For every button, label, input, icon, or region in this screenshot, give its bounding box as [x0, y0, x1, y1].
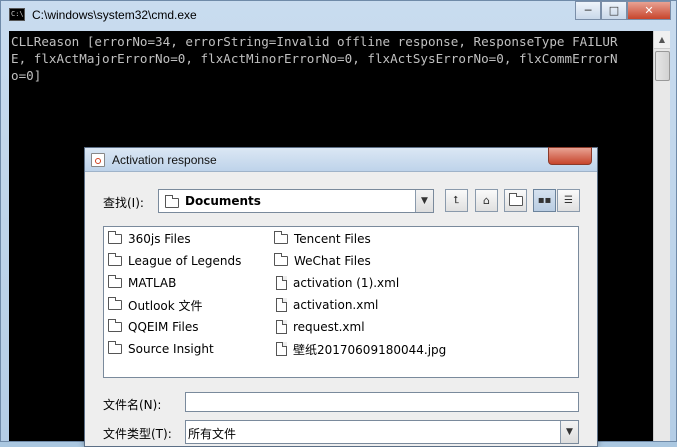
console-line: E, flxActMajorErrorNo=0, flxActMinorErro…	[11, 51, 618, 66]
file-type-value: 所有文件	[188, 427, 237, 441]
file-icon	[276, 342, 287, 356]
list-item[interactable]: 360js Files	[108, 229, 191, 249]
file-list[interactable]: 360js Files League of Legends MATLAB Out…	[103, 226, 579, 378]
details-view-button[interactable]: ☰	[557, 189, 580, 212]
folder-icon	[108, 231, 122, 244]
file-name: MATLAB	[128, 276, 177, 290]
list-item[interactable]: QQEIM Files	[108, 317, 199, 337]
list-item[interactable]: Source Insight	[108, 339, 214, 359]
folder-icon	[274, 231, 288, 244]
scroll-up-icon[interactable]: ▲	[654, 31, 670, 49]
cmd-app-icon: C:\	[9, 8, 25, 21]
maximize-button[interactable]: □	[601, 1, 627, 20]
file-name: Outlook 文件	[128, 298, 203, 313]
home-icon: ⌂	[483, 194, 490, 207]
list-item[interactable]: Tencent Files	[274, 229, 371, 249]
scrollbar-thumb[interactable]	[655, 51, 670, 81]
list-item[interactable]: activation.xml	[276, 295, 378, 315]
activation-response-dialog: Activation response 查找(I): Documents ▼ ⮤…	[84, 147, 598, 447]
folder-icon	[108, 275, 122, 288]
close-button[interactable]: ✕	[627, 1, 671, 20]
up-one-level-button[interactable]: ⮤	[445, 189, 468, 212]
file-name-label: 文件名(N):	[103, 398, 162, 412]
home-button[interactable]: ⌂	[475, 189, 498, 212]
file-name: activation (1).xml	[293, 276, 400, 290]
file-name-input[interactable]	[185, 392, 579, 412]
list-item[interactable]: MATLAB	[108, 273, 176, 293]
file-name: Source Insight	[128, 342, 214, 356]
list-item[interactable]: League of Legends	[108, 251, 241, 271]
file-name: WeChat Files	[294, 254, 371, 268]
look-in-label: 查找(I):	[103, 196, 144, 210]
file-type-combo[interactable]: 所有文件 ▼	[185, 420, 579, 444]
console-output: CLLReason [errorNo=34, errorString=Inval…	[9, 31, 653, 84]
folder-icon	[108, 341, 122, 354]
dialog-titlebar[interactable]: Activation response	[85, 147, 597, 172]
file-icon	[276, 276, 287, 290]
folder-icon	[108, 253, 122, 266]
file-icon	[276, 320, 287, 334]
list-view-icon: ▪▪	[537, 195, 552, 206]
list-item[interactable]: Outlook 文件	[108, 295, 203, 315]
new-folder-icon	[508, 192, 523, 206]
cmd-window-title: C:\windows\system32\cmd.exe	[32, 8, 197, 22]
cmd-titlebar[interactable]: C:\ C:\windows\system32\cmd.exe ─ □ ✕	[1, 1, 676, 29]
folder-icon	[165, 195, 179, 208]
file-name: Tencent Files	[294, 232, 371, 246]
chevron-down-icon[interactable]: ▼	[560, 421, 578, 443]
console-line: CLLReason [errorNo=34, errorString=Inval…	[11, 34, 618, 49]
list-item[interactable]: request.xml	[276, 317, 365, 337]
file-name: League of Legends	[128, 254, 242, 268]
details-view-icon: ☰	[564, 195, 573, 206]
cmd-window-controls: ─ □ ✕	[575, 1, 671, 21]
minimize-button[interactable]: ─	[575, 1, 601, 20]
look-in-value: Documents	[185, 194, 261, 208]
file-name: QQEIM Files	[128, 320, 199, 334]
file-type-label: 文件类型(T):	[103, 427, 172, 441]
console-line: o=0]	[11, 68, 42, 83]
dialog-close-button[interactable]	[548, 147, 592, 165]
file-icon	[276, 298, 287, 312]
cmd-scrollbar[interactable]: ▲	[653, 31, 670, 441]
folder-icon	[108, 297, 122, 310]
java-app-icon	[91, 153, 105, 167]
look-in-combo[interactable]: Documents ▼	[158, 189, 434, 213]
dialog-title: Activation response	[112, 153, 217, 167]
folder-icon	[108, 319, 122, 332]
list-view-button[interactable]: ▪▪	[533, 189, 556, 212]
new-folder-button[interactable]	[504, 189, 527, 212]
list-item[interactable]: 壁纸20170609180044.jpg	[276, 339, 446, 359]
file-name: 360js Files	[128, 232, 191, 246]
list-item[interactable]: activation (1).xml	[276, 273, 399, 293]
list-item[interactable]: WeChat Files	[274, 251, 371, 271]
file-name: request.xml	[293, 320, 365, 334]
folder-icon	[274, 253, 288, 266]
file-name: activation.xml	[293, 298, 379, 312]
chevron-down-icon[interactable]: ▼	[415, 190, 433, 212]
folder-up-icon: ⮤	[453, 195, 460, 206]
file-name: 壁纸20170609180044.jpg	[293, 342, 447, 357]
